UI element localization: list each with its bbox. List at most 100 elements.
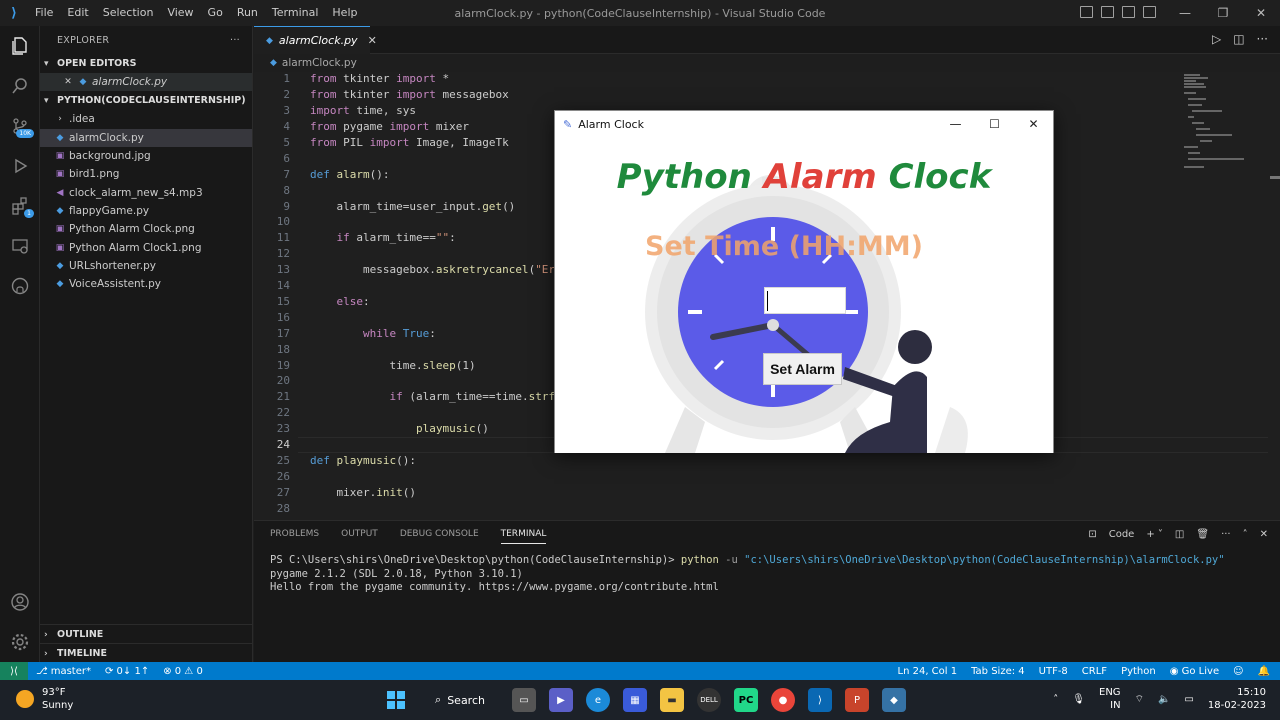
close-tab-icon[interactable]: ✕ — [368, 34, 377, 47]
customize-layout-icon[interactable] — [1143, 6, 1156, 18]
manage-gear-icon[interactable] — [6, 628, 34, 656]
close-panel-icon[interactable]: ✕ — [1260, 529, 1268, 540]
language-mode[interactable]: Python — [1121, 666, 1156, 677]
problems-indicator[interactable]: ⊗ 0 ⚠ 0 — [163, 666, 203, 677]
toggle-panel-icon[interactable] — [1101, 6, 1114, 18]
tab-output[interactable]: OUTPUT — [341, 529, 378, 544]
taskbar-clock[interactable]: 15:10 18-02-2023 — [1208, 686, 1266, 712]
terminal-output[interactable]: PS C:\Users\shirs\OneDrive\Desktop\pytho… — [270, 554, 1225, 595]
open-editors-section[interactable]: ▾ OPEN EDITORS — [40, 54, 252, 73]
time-input[interactable] — [764, 287, 846, 314]
volume-icon[interactable]: 🔈 — [1158, 694, 1170, 705]
project-section[interactable]: ▾ PYTHON(CODECLAUSEINTERNSHIP) — [40, 91, 252, 110]
file-explorer-icon[interactable]: ▬ — [660, 688, 684, 712]
run-file-icon[interactable]: ▷ — [1212, 32, 1221, 46]
toggle-secondary-sidebar-icon[interactable] — [1122, 6, 1135, 18]
task-view-icon[interactable]: ▭ — [512, 688, 536, 712]
chrome-icon[interactable]: ● — [771, 688, 795, 712]
remote-explorer-icon[interactable] — [6, 232, 34, 260]
taskbar-search[interactable]: ⌕ Search — [421, 688, 499, 712]
maximize-button[interactable]: ❐ — [1204, 0, 1242, 26]
file-tree-item[interactable]: ◀ clock_alarm_new_s4.mp3 — [40, 183, 252, 201]
encoding[interactable]: UTF-8 — [1039, 666, 1068, 677]
battery-icon[interactable]: ▭ — [1184, 694, 1193, 705]
chevron-up-icon[interactable]: ˄ — [1053, 694, 1058, 705]
windows-start-icon[interactable] — [384, 688, 408, 712]
more-actions-icon[interactable]: ··· — [1257, 32, 1268, 46]
extensions-icon[interactable]: 1 — [6, 192, 34, 220]
search-icon[interactable] — [6, 72, 34, 100]
outline-section[interactable]: › OUTLINE — [40, 624, 253, 644]
notifications-icon[interactable]: 🔔 — [1258, 666, 1270, 677]
maximize-panel-icon[interactable]: ˄ — [1243, 529, 1248, 540]
file-tree-item[interactable]: ◆ flappyGame.py — [40, 202, 252, 220]
open-editor-item[interactable]: ✕ ◆ alarmClock.py — [40, 73, 252, 92]
tab-size[interactable]: Tab Size: 4 — [971, 666, 1025, 677]
go-live-button[interactable]: ◉ Go Live — [1170, 666, 1219, 677]
menu-run[interactable]: Run — [230, 0, 265, 26]
menu-view[interactable]: View — [160, 0, 200, 26]
terminal-profile[interactable]: Code — [1109, 529, 1135, 540]
remote-indicator-icon[interactable]: ⟩⟨ — [0, 662, 28, 680]
menu-file[interactable]: File — [28, 0, 60, 26]
tab-debug-console[interactable]: DEBUG CONSOLE — [400, 529, 479, 544]
file-tree-item[interactable]: ▣ bird1.png — [40, 165, 252, 183]
alarm-minimize-button[interactable]: — — [936, 111, 975, 137]
menu-help[interactable]: Help — [325, 0, 364, 26]
tab-terminal[interactable]: TERMINAL — [500, 529, 547, 544]
close-icon[interactable]: ✕ — [62, 77, 74, 87]
close-window-button[interactable]: ✕ — [1242, 0, 1280, 26]
python-icon[interactable]: ◆ — [882, 688, 906, 712]
tab-problems[interactable]: PROBLEMS — [270, 529, 319, 544]
alarm-close-button[interactable]: ✕ — [1014, 111, 1053, 137]
menu-selection[interactable]: Selection — [96, 0, 161, 26]
minimize-button[interactable]: — — [1166, 0, 1204, 26]
split-editor-icon[interactable]: ◫ — [1233, 32, 1244, 46]
file-tree-item[interactable]: ◆ URLshortener.py — [40, 257, 252, 275]
file-tree-item[interactable]: ◆ VoiceAssistent.py — [40, 275, 252, 293]
language-indicator[interactable]: ENG IN — [1099, 686, 1121, 712]
powerpoint-icon[interactable]: P — [845, 688, 869, 712]
more-actions-icon[interactable]: ··· — [1221, 529, 1231, 540]
branch-indicator[interactable]: ⎇ master* — [36, 666, 91, 677]
toggle-sidebar-icon[interactable] — [1080, 6, 1093, 18]
new-terminal-icon[interactable]: + ˅ — [1146, 529, 1163, 540]
scrollbar[interactable] — [1270, 176, 1280, 179]
minimap[interactable] — [1184, 72, 1264, 192]
teams-chat-icon[interactable]: ▶ — [549, 688, 573, 712]
edge-browser-icon[interactable]: e — [586, 688, 610, 712]
file-tree-item[interactable]: ▣ Python Alarm Clock.png — [40, 220, 252, 238]
dell-icon[interactable]: DELL — [697, 688, 721, 712]
microphone-icon[interactable]: 🎙 — [1072, 694, 1085, 705]
menu-edit[interactable]: Edit — [60, 0, 95, 26]
file-tree-item[interactable]: ▣ Python Alarm Clock1.png — [40, 238, 252, 256]
store-icon[interactable]: ▦ — [623, 688, 647, 712]
vscode-icon[interactable]: ⟩ — [808, 688, 832, 712]
github-icon[interactable] — [6, 272, 34, 300]
cursor-position[interactable]: Ln 24, Col 1 — [898, 666, 958, 677]
menu-go[interactable]: Go — [201, 0, 230, 26]
account-icon[interactable] — [6, 588, 34, 616]
set-alarm-button[interactable]: Set Alarm — [763, 353, 842, 385]
explorer-icon[interactable] — [6, 32, 34, 60]
sync-indicator[interactable]: ⟳ 0↓ 1↑ — [105, 666, 149, 677]
more-actions-icon[interactable]: ··· — [230, 35, 240, 46]
kill-terminal-icon[interactable]: 🗑 — [1196, 529, 1209, 540]
wifi-icon[interactable]: ⌔ — [1135, 693, 1144, 706]
timeline-section[interactable]: › TIMELINE — [40, 643, 253, 663]
line-ending[interactable]: CRLF — [1082, 666, 1107, 677]
file-tree-item[interactable]: › .idea — [40, 110, 252, 128]
file-tree-item[interactable]: ◆ alarmClock.py — [40, 128, 252, 147]
file-tree-item[interactable]: ▣ background.jpg — [40, 147, 252, 165]
menu-terminal[interactable]: Terminal — [265, 0, 326, 26]
source-control-icon[interactable]: 10K — [6, 112, 34, 140]
weather-widget[interactable]: 93°F Sunny — [16, 686, 73, 712]
split-terminal-icon[interactable]: ◫ — [1175, 529, 1184, 540]
alarm-maximize-button[interactable]: ☐ — [975, 111, 1014, 137]
editor-tab-bar: ◆ alarmClock.py ✕ ▷ ◫ ··· — [254, 26, 1280, 54]
tab-alarmclock[interactable]: ◆ alarmClock.py ✕ — [254, 26, 377, 54]
run-debug-icon[interactable] — [6, 152, 34, 180]
breadcrumb-file[interactable]: alarmClock.py — [282, 57, 357, 69]
feedback-icon[interactable]: ☺ — [1233, 666, 1243, 677]
pycharm-icon[interactable]: PC — [734, 688, 758, 712]
